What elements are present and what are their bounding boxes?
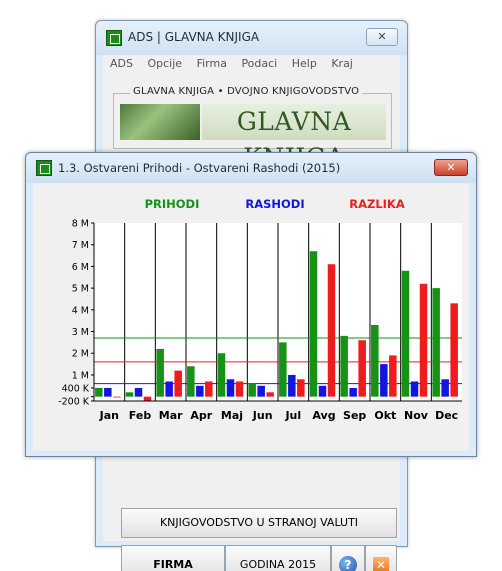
y-tick-label: 8 M	[72, 219, 89, 230]
x-tick-label: Dec	[435, 409, 458, 422]
banner-money-image	[120, 104, 200, 140]
bar-prihodi	[248, 383, 256, 397]
chart-title-bar[interactable]: 1.3. Ostvareni Prihodi - Ostvareni Rasho…	[26, 153, 476, 183]
bar-rashodi	[165, 381, 173, 397]
foreign-currency-button[interactable]: KNJIGOVODSTVO U STRANOJ VALUTI	[121, 508, 397, 538]
x-tick-label: Jan	[99, 409, 119, 422]
legend-razlika: RAZLIKA	[349, 197, 405, 211]
y-tick-label: 2 M	[72, 349, 89, 360]
x-tick-label: Maj	[221, 409, 243, 422]
year-button[interactable]: GODINA 2015	[225, 545, 331, 571]
x-tick-label: Mar	[159, 409, 183, 422]
x-tick-label: Apr	[190, 409, 212, 422]
revenue-expense-chart: -200 K 400 K 1 M 2 M 3 M 4 M 5 M 6 M 7 M 8 M Jan Fe…	[58, 197, 462, 422]
bar-razlika	[419, 283, 428, 397]
bottom-button-bar: FIRMA GODINA 2015 ? ✕	[121, 545, 397, 571]
bar-prihodi	[279, 342, 287, 397]
y-tick-label: 1 M	[72, 370, 89, 381]
bar-prihodi	[95, 387, 103, 397]
bar-rashodi	[257, 385, 265, 397]
bar-prihodi	[309, 251, 318, 397]
bar-prihodi	[217, 353, 226, 397]
bar-prihodi	[156, 348, 164, 397]
exit-button[interactable]: ✕	[365, 545, 397, 571]
menu-firma[interactable]: Firma	[190, 55, 231, 70]
chart-close-button[interactable]: ✕	[434, 159, 468, 176]
y-tick-label: -200 K	[58, 397, 90, 408]
y-tick-label: 5 M	[72, 284, 89, 295]
bar-prihodi	[401, 270, 410, 397]
bar-rashodi	[380, 364, 388, 397]
bar-razlika	[174, 370, 182, 397]
menu-kraj[interactable]: Kraj	[324, 55, 357, 70]
help-icon: ?	[339, 556, 357, 571]
x-tick-label: Feb	[129, 409, 152, 422]
bar-razlika	[297, 379, 305, 397]
bar-razlika	[327, 264, 336, 397]
y-tick-label: 400 K	[62, 383, 90, 394]
bar-rashodi	[288, 374, 296, 397]
bar-razlika	[450, 303, 458, 397]
bar-rashodi	[196, 385, 204, 397]
x-tick-label: Jul	[284, 409, 301, 422]
menu-opcije[interactable]: Opcije	[140, 55, 186, 70]
main-close-button[interactable]: ✕	[366, 28, 398, 46]
bar-prihodi	[371, 325, 379, 397]
bar-rashodi	[104, 387, 112, 397]
bar-razlika	[143, 396, 152, 401]
bar-rashodi	[226, 379, 235, 397]
y-tick-label: 4 M	[72, 305, 89, 316]
bar-prihodi	[187, 366, 195, 397]
bar-razlika	[389, 355, 397, 397]
bar-prihodi	[340, 335, 348, 397]
bar-rashodi	[441, 379, 449, 397]
bar-prihodi	[432, 288, 440, 397]
chart-window: 1.3. Ostvareni Prihodi - Ostvareni Rasho…	[25, 152, 477, 457]
chart-client-area: -200 K 400 K 1 M 2 M 3 M 4 M 5 M 6 M 7 M 8 M Jan Fe…	[33, 183, 469, 451]
bar-rashodi	[318, 385, 327, 397]
y-tick-label: 6 M	[72, 262, 89, 273]
firma-button[interactable]: FIRMA	[121, 545, 225, 571]
x-tick-label: Avg	[312, 409, 335, 422]
menu-bar: ADS Opcije Firma Podaci Help Kraj	[103, 55, 400, 73]
main-title-bar[interactable]: ADS | GLAVNA KNJIGA ✕	[96, 21, 407, 55]
x-tick-label: Jun	[252, 409, 273, 422]
legend-rashodi: RASHODI	[245, 197, 304, 211]
app-icon	[106, 30, 122, 46]
bar-razlika	[266, 392, 274, 397]
desktop: ADS | GLAVNA KNJIGA ✕ ADS Opcije Firma P…	[0, 0, 502, 571]
main-window-title: ADS | GLAVNA KNJIGA	[128, 30, 260, 44]
banner-group-label: GLAVNA KNJIGA • DVOJNO KNJIGOVODSTVO	[130, 86, 363, 97]
bar-razlika	[113, 396, 121, 398]
x-tick-label: Sep	[343, 409, 366, 422]
bar-rashodi	[410, 381, 419, 397]
y-tick-label: 7 M	[72, 240, 89, 251]
menu-podaci[interactable]: Podaci	[234, 55, 281, 70]
help-button[interactable]: ?	[331, 545, 365, 571]
bar-rashodi	[134, 387, 143, 397]
menu-help[interactable]: Help	[285, 55, 321, 70]
chart-window-title: 1.3. Ostvareni Prihodi - Ostvareni Rasho…	[58, 161, 341, 175]
banner-group: GLAVNA KNJIGA • DVOJNO KNJIGOVODSTVO GLA…	[113, 86, 392, 172]
bar-prihodi	[125, 392, 134, 397]
x-tick-label: Nov	[404, 409, 429, 422]
x-tick-label: Okt	[374, 409, 396, 422]
bar-razlika	[235, 381, 244, 397]
legend-prihodi: PRIHODI	[145, 197, 200, 211]
app-icon	[36, 160, 52, 176]
bar-razlika	[358, 340, 366, 397]
bar-razlika	[205, 381, 213, 397]
bar-rashodi	[349, 387, 357, 397]
exit-icon: ✕	[373, 557, 389, 571]
menu-ads[interactable]: ADS	[103, 55, 137, 70]
banner-title: GLAVNA KNJIGA	[202, 104, 386, 172]
y-tick-label: 3 M	[72, 327, 89, 338]
